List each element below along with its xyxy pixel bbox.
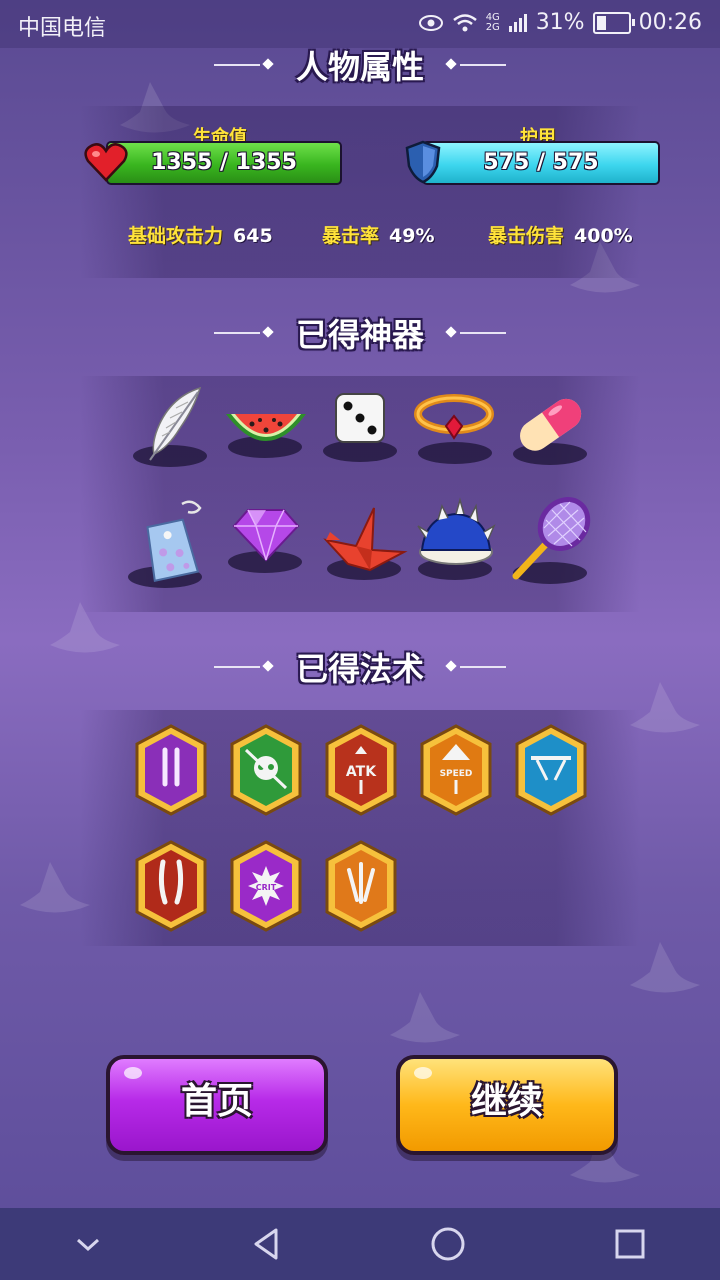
paper-crane-icon[interactable] xyxy=(316,494,412,590)
status-icons: 4G 2G 31% 00:26 xyxy=(418,10,702,35)
chevron-down-icon[interactable] xyxy=(74,1234,102,1254)
wifi-icon xyxy=(452,13,477,31)
armor-bar: 575 / 575 xyxy=(422,141,660,185)
speed-up-icon[interactable]: SPEED xyxy=(418,724,494,816)
signal-icon xyxy=(508,13,527,32)
crit-damage-stat: 暴击伤害 400% xyxy=(488,221,633,248)
ruby-ring-icon[interactable] xyxy=(406,376,502,472)
shield-icon xyxy=(405,140,441,184)
attributes-panel xyxy=(80,106,640,278)
hat-pattern-icon xyxy=(390,992,460,1043)
artifacts-title: 已得神器 xyxy=(295,316,424,354)
feather-icon[interactable] xyxy=(128,378,224,474)
crit-rate-label: 暴击率 xyxy=(322,225,380,247)
title-divider xyxy=(460,64,506,66)
twin-claw-icon[interactable] xyxy=(133,840,209,932)
network-type: 4G 2G xyxy=(485,11,500,33)
battery-icon xyxy=(592,11,635,34)
title-divider xyxy=(460,332,506,334)
home-icon[interactable] xyxy=(430,1226,466,1262)
spells-title: 已得法术 xyxy=(295,650,424,688)
attributes-title: 人物属性 xyxy=(295,48,424,86)
eye-icon xyxy=(418,14,443,31)
carrier-name: 中国电信 xyxy=(18,16,107,41)
atk-up-icon[interactable]: ATK xyxy=(323,724,399,816)
hat-pattern-icon xyxy=(630,942,700,993)
omamori-charm-icon[interactable] xyxy=(126,494,222,590)
speed-text: SPEED xyxy=(440,769,473,779)
attack-value: 645 xyxy=(233,225,273,247)
heart-icon xyxy=(84,143,128,182)
continue-button[interactable]: 继续 xyxy=(396,1055,618,1155)
status-bar: 中国电信 4G 2G 31% 00:26 xyxy=(0,0,720,48)
double-shot-icon[interactable] xyxy=(133,724,209,816)
hp-bar: 1355 / 1355 xyxy=(106,141,342,185)
crit-burst-icon[interactable]: CRIT xyxy=(228,840,304,932)
watermelon-icon[interactable] xyxy=(218,378,314,474)
crit-damage-label: 暴击伤害 xyxy=(488,225,565,247)
clock: 00:26 xyxy=(638,10,702,35)
triple-shot-icon[interactable] xyxy=(323,840,399,932)
attack-stat: 基础攻击力 645 xyxy=(128,221,273,248)
poison-skull-icon[interactable] xyxy=(228,724,304,816)
crit-rate-value: 49% xyxy=(389,225,435,247)
back-icon[interactable] xyxy=(250,1226,282,1262)
title-divider xyxy=(460,666,506,668)
atk-text: ATK xyxy=(346,764,377,780)
arrow-split-icon[interactable] xyxy=(513,724,589,816)
crit-text: CRIT xyxy=(256,883,277,892)
attack-label: 基础攻击力 xyxy=(128,225,224,247)
battery-percent: 31% xyxy=(535,10,585,35)
spiny-shell-icon[interactable] xyxy=(408,494,504,590)
tennis-racket-icon[interactable] xyxy=(502,492,598,588)
recents-icon[interactable] xyxy=(614,1228,646,1260)
home-button[interactable]: 首页 xyxy=(106,1055,328,1155)
capsule-icon[interactable] xyxy=(502,378,598,474)
dice-icon[interactable] xyxy=(312,380,408,476)
crit-damage-value: 400% xyxy=(574,225,633,247)
system-nav-bar xyxy=(0,1208,720,1280)
diamond-icon[interactable] xyxy=(218,494,314,590)
crit-rate-stat: 暴击率 49% xyxy=(322,221,435,248)
